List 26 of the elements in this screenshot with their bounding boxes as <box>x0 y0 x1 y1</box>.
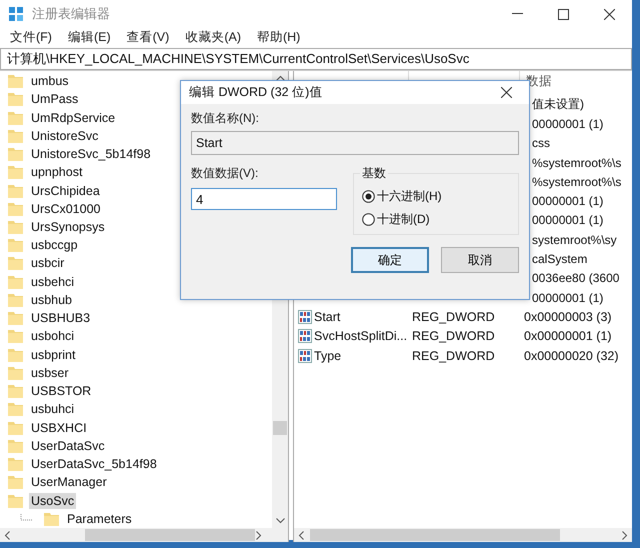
field-label: 数值名称(N): <box>191 110 260 127</box>
value-data: 0x00000001 (1) <box>524 329 612 344</box>
value-data: 0036ee80 (3600 <box>532 271 620 286</box>
value-name-field: Start <box>191 131 519 155</box>
value-data: css <box>532 136 550 150</box>
value-type: REG_DWORD <box>412 329 495 344</box>
value-data: systemroot%\sy <box>532 232 617 247</box>
value-data: %systemroot%\s <box>532 156 622 170</box>
dialog-title: 编辑 DWORD (32 位)值 <box>189 84 324 101</box>
value-data: 00000001 (1) <box>532 116 604 131</box>
value-data: calSystem <box>532 252 588 266</box>
value-data: 00000001 (1) <box>532 194 604 208</box>
value-name: Type <box>314 348 342 362</box>
value-data: %systemroot%\s <box>532 174 622 189</box>
value-data: 00000001 (1) <box>532 213 604 228</box>
value-name: SvcHostSplitDi... <box>314 329 408 344</box>
value-name: Start <box>314 310 340 324</box>
group-label: 基数 <box>360 165 388 182</box>
window-title: 注册表编辑器 <box>32 5 111 23</box>
value-type: REG_DWORD <box>412 310 495 324</box>
value-data: 00000001 (1) <box>532 290 604 305</box>
value-data: 0x00000003 (3) <box>524 310 612 324</box>
field-label: 数值数据(V): <box>191 165 260 182</box>
value-data: 0x00000020 (32) <box>524 348 619 362</box>
value-data: 值未设置) <box>532 96 584 114</box>
value-type: REG_DWORD <box>412 348 495 362</box>
